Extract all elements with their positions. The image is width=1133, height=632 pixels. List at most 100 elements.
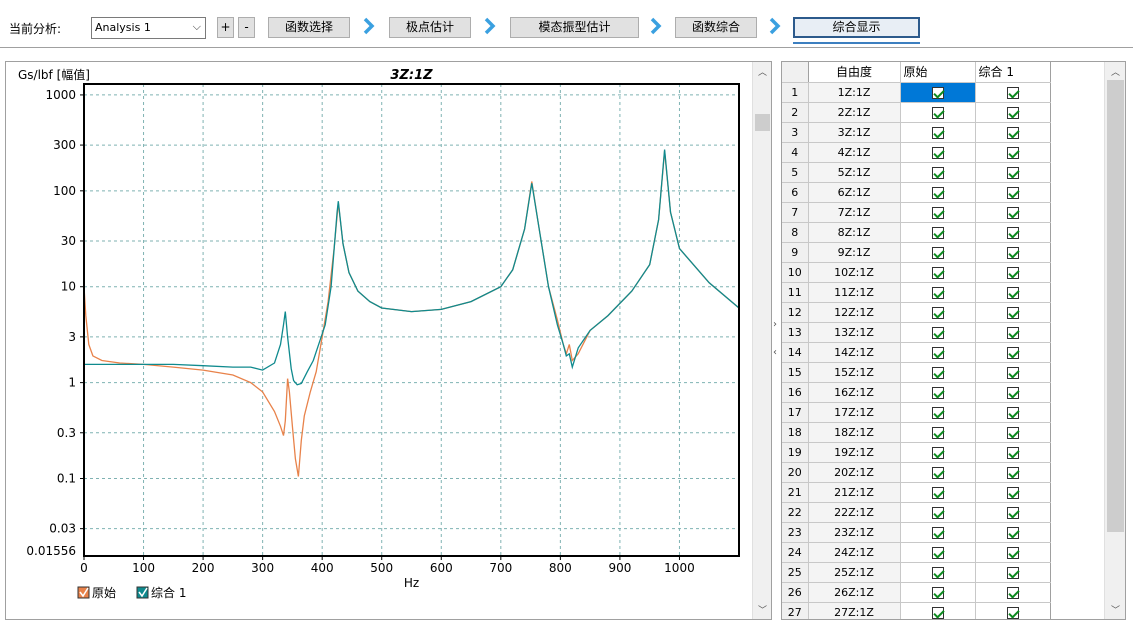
dof-cell[interactable]: 27Z:1Z [808,602,901,619]
table-row[interactable]: 8 8Z:1Z [782,222,1051,243]
table-row[interactable]: 14 14Z:1Z [782,342,1051,363]
collapse-left-icon[interactable]: ‹ [773,347,777,358]
original-checkbox[interactable] [931,606,944,619]
synthesis-checkbox-cell[interactable] [975,462,1051,483]
synthesis-checkbox-cell[interactable] [975,442,1051,463]
synthesis-checkbox-cell[interactable] [975,202,1051,223]
dof-cell[interactable]: 26Z:1Z [808,582,901,603]
synthesis-checkbox[interactable] [1006,546,1019,559]
row-number[interactable]: 20 [782,462,809,483]
synthesis-checkbox[interactable] [1006,286,1019,299]
table-row[interactable]: 17 17Z:1Z [782,402,1051,423]
table-row[interactable]: 22 22Z:1Z [782,502,1051,523]
original-checkbox[interactable] [931,166,944,179]
original-checkbox[interactable] [931,346,944,359]
row-number[interactable]: 21 [782,482,809,503]
synthesis-checkbox-cell[interactable] [975,482,1051,503]
original-checkbox[interactable] [931,366,944,379]
panel-splitter[interactable]: › ‹ [772,61,781,620]
synthesis-checkbox[interactable] [1006,166,1019,179]
dof-cell[interactable]: 10Z:1Z [808,262,901,283]
original-checkbox-cell[interactable] [900,162,976,183]
scroll-down-icon[interactable]: ﹀ [753,603,772,616]
synthesis-checkbox[interactable] [1006,366,1019,379]
row-number[interactable]: 12 [782,302,809,323]
synthesis-checkbox-cell[interactable] [975,602,1051,619]
step-function-select-button[interactable]: 函数选择 [268,17,350,38]
original-checkbox-cell[interactable] [900,322,976,343]
grid-vertical-scrollbar[interactable]: ︿ ﹀ [1104,62,1125,619]
synthesis-checkbox[interactable] [1006,326,1019,339]
row-number[interactable]: 3 [782,122,809,143]
synthesis-checkbox[interactable] [1006,406,1019,419]
synthesis-checkbox[interactable] [1006,586,1019,599]
original-checkbox[interactable] [931,326,944,339]
dof-cell[interactable]: 19Z:1Z [808,442,901,463]
original-checkbox-cell[interactable] [900,202,976,223]
synthesis-checkbox-cell[interactable] [975,262,1051,283]
synthesis-checkbox-cell[interactable] [975,82,1051,103]
analysis-select[interactable]: Analysis 1 ⌵ [91,17,206,39]
row-number[interactable]: 5 [782,162,809,183]
dof-cell[interactable]: 23Z:1Z [808,522,901,543]
synthesis-checkbox-cell[interactable] [975,122,1051,143]
column-header-original[interactable]: 原始 [900,62,976,83]
dof-cell[interactable]: 2Z:1Z [808,102,901,123]
row-number[interactable]: 13 [782,322,809,343]
scroll-up-icon[interactable]: ︿ [753,65,772,78]
dof-cell[interactable]: 6Z:1Z [808,182,901,203]
table-row[interactable]: 10 10Z:1Z [782,262,1051,283]
dof-cell[interactable]: 17Z:1Z [808,402,901,423]
row-number[interactable]: 1 [782,82,809,103]
table-row[interactable]: 19 19Z:1Z [782,442,1051,463]
table-row[interactable]: 15 15Z:1Z [782,362,1051,383]
step-synthesis-display-button[interactable]: 综合显示 [793,17,920,38]
synthesis-checkbox-cell[interactable] [975,182,1051,203]
dof-cell[interactable]: 3Z:1Z [808,122,901,143]
table-row[interactable]: 3 3Z:1Z [782,122,1051,143]
dof-cell[interactable]: 20Z:1Z [808,462,901,483]
original-checkbox[interactable] [931,306,944,319]
original-checkbox[interactable] [931,266,944,279]
original-checkbox[interactable] [931,526,944,539]
original-checkbox[interactable] [931,186,944,199]
original-checkbox[interactable] [931,446,944,459]
original-checkbox[interactable] [931,286,944,299]
original-checkbox-cell[interactable] [900,602,976,619]
row-number[interactable]: 27 [782,602,809,619]
original-checkbox[interactable] [931,246,944,259]
synthesis-checkbox[interactable] [1006,226,1019,239]
synthesis-checkbox-cell[interactable] [975,422,1051,443]
original-checkbox-cell[interactable] [900,462,976,483]
column-header-synthesis[interactable]: 综合 1 [975,62,1051,83]
original-checkbox[interactable] [931,546,944,559]
synthesis-checkbox-cell[interactable] [975,142,1051,163]
original-checkbox[interactable] [931,486,944,499]
table-row[interactable]: 4 4Z:1Z [782,142,1051,163]
synthesis-checkbox-cell[interactable] [975,562,1051,583]
synthesis-checkbox-cell[interactable] [975,542,1051,563]
dof-cell[interactable]: 9Z:1Z [808,242,901,263]
chart-vertical-scrollbar[interactable]: ︿ ﹀ [752,62,771,619]
synthesis-checkbox-cell[interactable] [975,222,1051,243]
expand-right-icon[interactable]: › [773,319,777,330]
original-checkbox[interactable] [931,386,944,399]
dof-cell[interactable]: 13Z:1Z [808,322,901,343]
original-checkbox[interactable] [931,206,944,219]
dof-cell[interactable]: 1Z:1Z [808,82,901,103]
synthesis-checkbox[interactable] [1006,126,1019,139]
original-checkbox[interactable] [931,466,944,479]
synthesis-checkbox[interactable] [1006,186,1019,199]
dof-cell[interactable]: 7Z:1Z [808,202,901,223]
table-row[interactable]: 1 1Z:1Z [782,82,1051,103]
original-checkbox-cell[interactable] [900,442,976,463]
table-row[interactable]: 23 23Z:1Z [782,522,1051,543]
table-row[interactable]: 9 9Z:1Z [782,242,1051,263]
row-number[interactable]: 16 [782,382,809,403]
synthesis-checkbox-cell[interactable] [975,342,1051,363]
synthesis-checkbox[interactable] [1006,146,1019,159]
synthesis-checkbox-cell[interactable] [975,582,1051,603]
original-checkbox[interactable] [931,506,944,519]
original-checkbox-cell[interactable] [900,582,976,603]
step-function-synthesis-button[interactable]: 函数综合 [675,17,757,38]
